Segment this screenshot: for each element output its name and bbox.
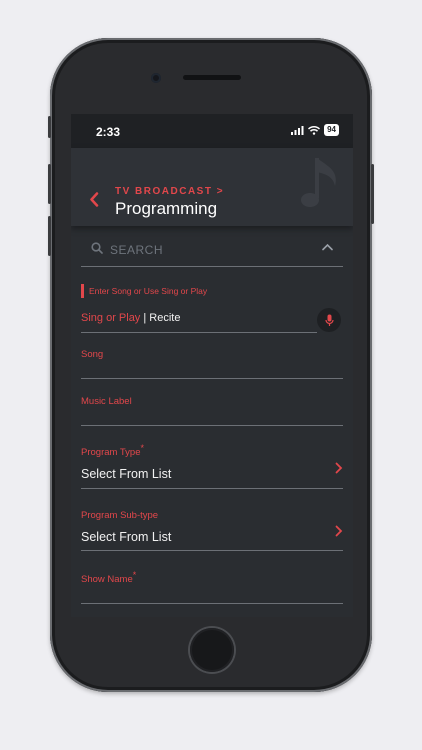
microphone-button[interactable] bbox=[317, 308, 341, 332]
side-button-volume-down bbox=[48, 216, 51, 256]
option-separator: | bbox=[143, 312, 147, 324]
status-bar: 2:33 94 bbox=[71, 114, 353, 148]
show-name-label: Show Name* bbox=[81, 570, 136, 585]
sing-recite-toggle[interactable]: Sing or Play | Recite bbox=[81, 312, 180, 324]
show-name-label-text: Show Name bbox=[81, 574, 133, 585]
required-asterisk: * bbox=[140, 443, 145, 453]
music-note-icon bbox=[301, 158, 336, 207]
wifi-icon bbox=[308, 125, 321, 135]
recite-option[interactable]: Recite bbox=[149, 312, 180, 324]
program-subtype-label: Program Sub-type bbox=[81, 510, 159, 521]
home-button[interactable] bbox=[190, 628, 234, 672]
microphone-icon bbox=[324, 314, 334, 326]
required-asterisk: * bbox=[132, 570, 137, 580]
program-type-value: Select From List bbox=[81, 467, 172, 481]
music-label-field[interactable]: Music Label bbox=[81, 390, 343, 426]
song-label: Song bbox=[81, 349, 104, 360]
search-icon bbox=[91, 242, 103, 254]
signal-icon bbox=[291, 125, 304, 135]
program-subtype-value: Select From List bbox=[81, 530, 172, 544]
status-icons: 94 bbox=[291, 124, 339, 136]
search-input[interactable]: SEARCH bbox=[110, 243, 163, 257]
chevron-right-icon[interactable] bbox=[335, 525, 343, 537]
program-subtype-field[interactable]: Program Sub-type Select From List bbox=[81, 506, 343, 551]
sing-or-play-option[interactable]: Sing or Play bbox=[81, 312, 140, 324]
song-field[interactable]: Song bbox=[81, 342, 343, 379]
page-header: TV BROADCAST > Programming bbox=[71, 148, 353, 226]
breadcrumb[interactable]: TV BROADCAST > bbox=[115, 186, 224, 197]
earpiece-speaker bbox=[183, 75, 241, 80]
side-button-mute bbox=[48, 116, 51, 138]
page-title: Programming bbox=[115, 199, 218, 218]
program-type-label: Program Type* bbox=[81, 443, 144, 458]
side-button-power bbox=[371, 164, 374, 224]
program-type-label-text: Program Type bbox=[81, 447, 141, 458]
chevron-right-icon[interactable] bbox=[335, 462, 343, 474]
song-hint: Enter Song or Use Sing or Play bbox=[81, 284, 207, 298]
app-screen: 2:33 94 TV BROADCAST > Programming SEARC… bbox=[71, 114, 353, 617]
back-chevron-icon[interactable] bbox=[89, 192, 99, 207]
search-bar[interactable]: SEARCH bbox=[81, 230, 343, 267]
program-type-field[interactable]: Program Type* Select From List bbox=[81, 442, 343, 489]
chevron-up-icon[interactable] bbox=[322, 243, 333, 251]
status-time: 2:33 bbox=[96, 125, 121, 139]
music-label-label: Music Label bbox=[81, 396, 132, 407]
battery-indicator: 94 bbox=[324, 124, 339, 136]
show-name-field[interactable]: Show Name* bbox=[81, 570, 343, 604]
front-camera bbox=[151, 73, 161, 83]
side-button-volume-up bbox=[48, 164, 51, 204]
